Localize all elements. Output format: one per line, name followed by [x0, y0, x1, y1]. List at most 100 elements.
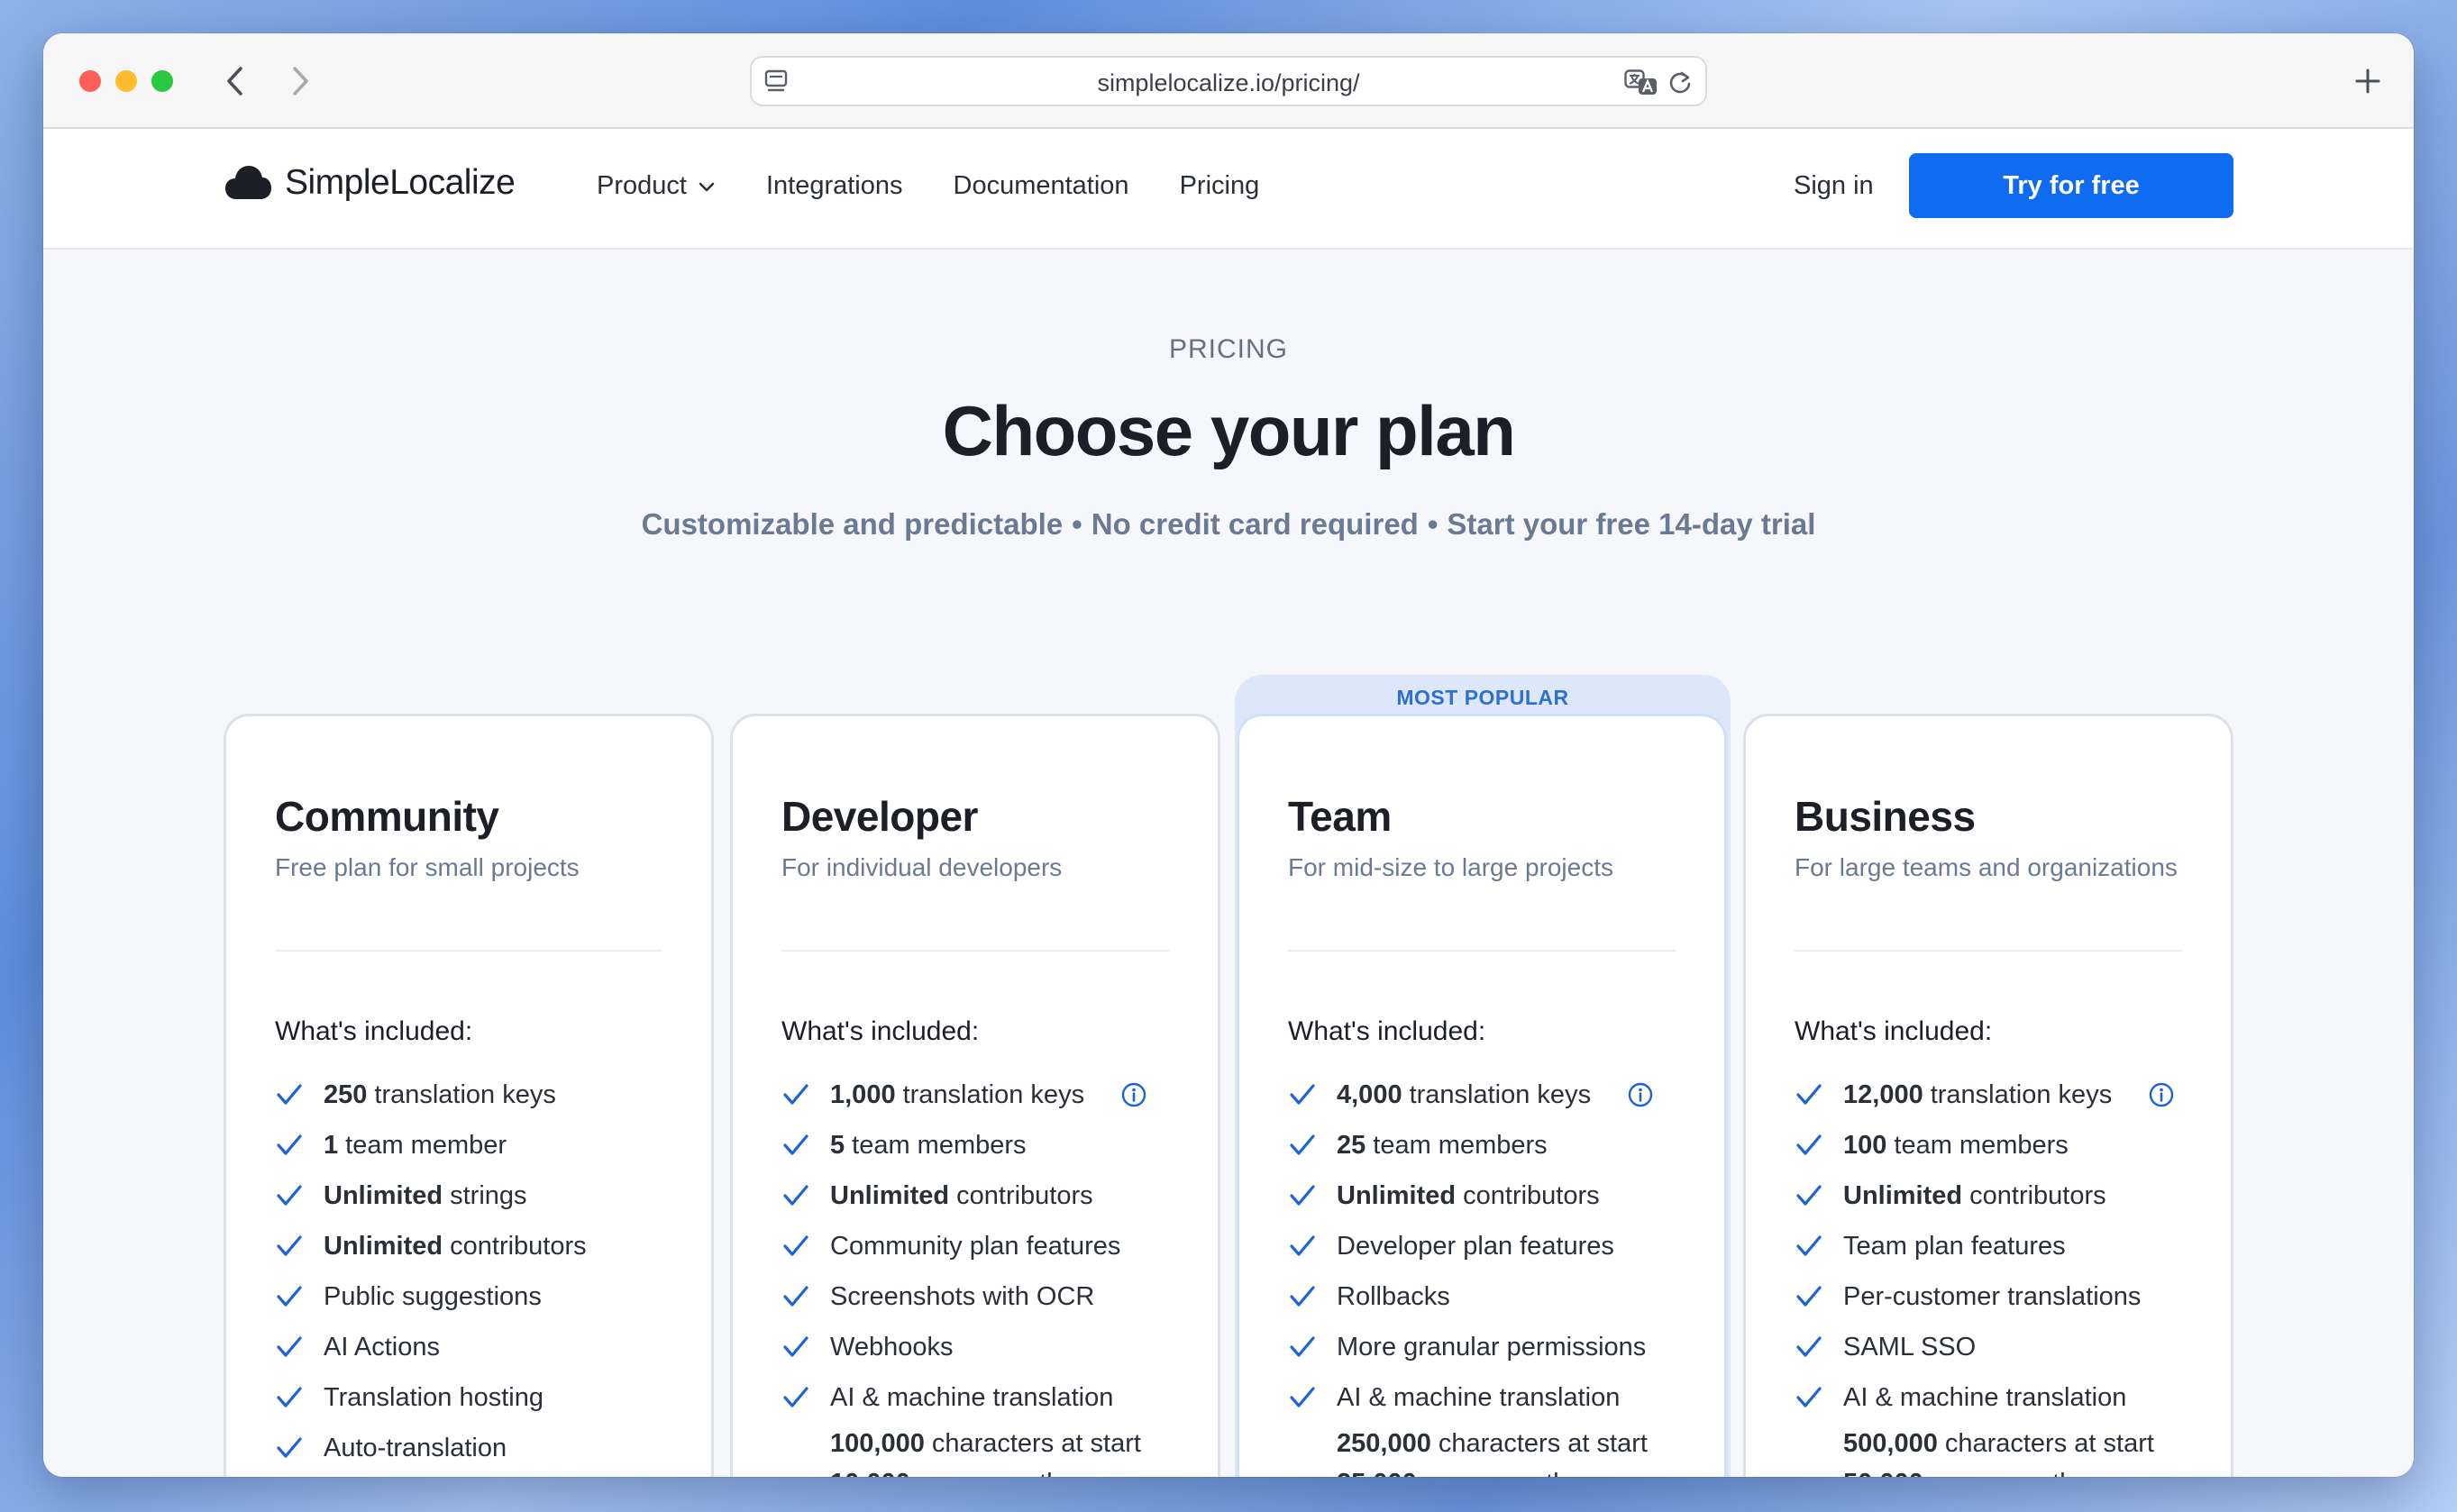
feature-item: Unlimited contributors	[781, 1170, 1200, 1221]
feature-label: AI & machine translation	[1843, 1382, 2127, 1412]
plan-name: Developer	[781, 793, 978, 840]
detail-highlight: 10,000	[830, 1469, 910, 1477]
try-for-free-button[interactable]: Try for free	[1909, 153, 2233, 218]
feature-item: AI & machine translation	[781, 1372, 1200, 1423]
chevron-down-icon	[699, 182, 715, 191]
checkmark-icon	[783, 1134, 808, 1155]
translate-icon[interactable]	[1624, 69, 1658, 101]
feature-item: Team plan features	[1795, 1221, 2213, 1271]
plan-name: Business	[1795, 793, 1976, 840]
feature-label: AI & machine translation	[830, 1382, 1114, 1412]
feature-item: Unlimited contributors	[1288, 1170, 1706, 1221]
feature-text: More granular permissions	[1337, 1333, 1646, 1362]
minimize-window-button[interactable]	[115, 70, 137, 92]
menu-item-integrations[interactable]: Integrations	[766, 171, 903, 201]
plan-name: Community	[275, 793, 499, 840]
back-button[interactable]	[215, 60, 256, 102]
feature-text: Unlimited strings	[324, 1181, 527, 1211]
site-navbar: SimpleLocalize Product Integrations Docu…	[43, 129, 2414, 250]
feature-highlight: 100	[1843, 1130, 1887, 1160]
feature-label: AI & machine translation	[1337, 1382, 1621, 1412]
checkmark-icon	[277, 1185, 302, 1206]
feature-label: team members	[1894, 1130, 2069, 1160]
feature-text: SAML SSO	[1843, 1333, 1976, 1362]
checkmark-icon	[277, 1286, 302, 1307]
detail-label: every month	[1424, 1469, 1568, 1477]
menu-item-pricing[interactable]: Pricing	[1180, 171, 1260, 201]
checkmark-icon	[783, 1084, 808, 1105]
feature-detail: 25,000 every month	[1288, 1464, 1706, 1477]
feature-label: contributors	[1969, 1180, 2106, 1210]
checkmark-icon	[1796, 1286, 1822, 1307]
plan-tagline: For large teams and organizations	[1795, 853, 2178, 881]
forward-button[interactable]	[279, 60, 321, 102]
card-divider	[781, 950, 1169, 952]
feature-text: Team plan features	[1843, 1232, 2066, 1262]
feature-item: 5 team members	[781, 1120, 1200, 1170]
plus-icon	[2355, 68, 2380, 94]
hero-point: Start your free 14-day trial	[1447, 507, 1816, 541]
card-divider	[1288, 950, 1676, 952]
feature-label: translation keys	[902, 1079, 1085, 1109]
checkmark-icon	[1796, 1235, 1822, 1256]
detail-highlight: 50,000	[1843, 1469, 1923, 1477]
cloud-logo-icon	[225, 166, 271, 199]
feature-label: Screenshots with OCR	[830, 1281, 1095, 1311]
info-icon[interactable]	[1627, 1081, 1654, 1108]
checkmark-icon	[783, 1235, 808, 1256]
feature-text: 4,000 translation keys	[1337, 1080, 1591, 1110]
feature-label: Auto-translation	[324, 1433, 507, 1462]
feature-text: Rollbacks	[1337, 1282, 1450, 1312]
detail-highlight: 250,000	[1337, 1429, 1431, 1458]
checkmark-icon	[1290, 1336, 1315, 1357]
feature-list: 250 translation keys 1 team member Unlimited…	[275, 1070, 693, 1473]
feature-text: Community plan features	[830, 1232, 1120, 1262]
feature-item: 1,000 translation keys	[781, 1070, 1200, 1120]
reload-icon[interactable]	[1667, 69, 1693, 99]
separator-dot: •	[1427, 507, 1439, 541]
address-bar[interactable]: simplelocalize.io/pricing/	[750, 56, 1707, 106]
checkmark-icon	[1290, 1084, 1315, 1105]
sign-in-link[interactable]: Sign in	[1794, 171, 1874, 201]
menu-item-product[interactable]: Product	[597, 171, 716, 201]
feature-label: AI Actions	[324, 1332, 440, 1362]
feature-text: Public suggestions	[324, 1282, 542, 1312]
feature-item: More granular permissions	[1288, 1322, 1706, 1372]
feature-label: Developer plan features	[1337, 1231, 1614, 1261]
included-heading: What's included:	[1795, 1016, 1993, 1046]
brand-logo[interactable]: SimpleLocalize	[224, 163, 516, 203]
feature-label: translation keys	[1930, 1079, 2113, 1109]
checkmark-icon	[1290, 1134, 1315, 1155]
feature-item: 100 team members	[1795, 1120, 2213, 1170]
info-icon[interactable]	[1120, 1081, 1147, 1108]
feature-detail: 10,000 every month	[781, 1464, 1200, 1477]
brand-name: SimpleLocalize	[285, 163, 516, 202]
card-divider	[275, 950, 662, 952]
zoom-window-button[interactable]	[151, 70, 173, 92]
feature-text: AI & machine translation	[1843, 1383, 2126, 1413]
feature-item: 4,000 translation keys	[1288, 1070, 1706, 1120]
close-window-button[interactable]	[79, 70, 101, 92]
feature-text: Unlimited contributors	[830, 1181, 1093, 1211]
menu-item-documentation[interactable]: Documentation	[954, 171, 1129, 201]
feature-list: 1,000 translation keys 5 team members Unlimi…	[781, 1070, 1200, 1477]
checkmark-icon	[1290, 1185, 1315, 1206]
checkmark-icon	[1290, 1286, 1315, 1307]
pricing-page: SimpleLocalize Product Integrations Docu…	[43, 129, 2414, 1477]
new-tab-button[interactable]	[2345, 59, 2390, 104]
separator-dot: •	[1072, 507, 1082, 541]
feature-item: Auto-translation	[275, 1423, 693, 1473]
feature-label: translation keys	[1409, 1079, 1592, 1109]
feature-detail: 250,000 characters at start	[1288, 1425, 1706, 1462]
plan-tagline: Free plan for small projects	[275, 853, 580, 881]
feature-item: Rollbacks	[1288, 1271, 1706, 1322]
feature-item: 250 translation keys	[275, 1070, 693, 1120]
hero-point: Customizable and predictable	[641, 507, 1064, 541]
feature-text: 100 team members	[1843, 1131, 2069, 1161]
included-heading: What's included:	[1288, 1016, 1486, 1046]
feature-label: strings	[450, 1180, 527, 1210]
info-icon[interactable]	[2148, 1081, 2175, 1108]
feature-item: AI Actions	[275, 1322, 693, 1372]
main-menu: Product Integrations Documentation Prici…	[597, 171, 1259, 201]
feature-label: SAML SSO	[1843, 1332, 1977, 1362]
